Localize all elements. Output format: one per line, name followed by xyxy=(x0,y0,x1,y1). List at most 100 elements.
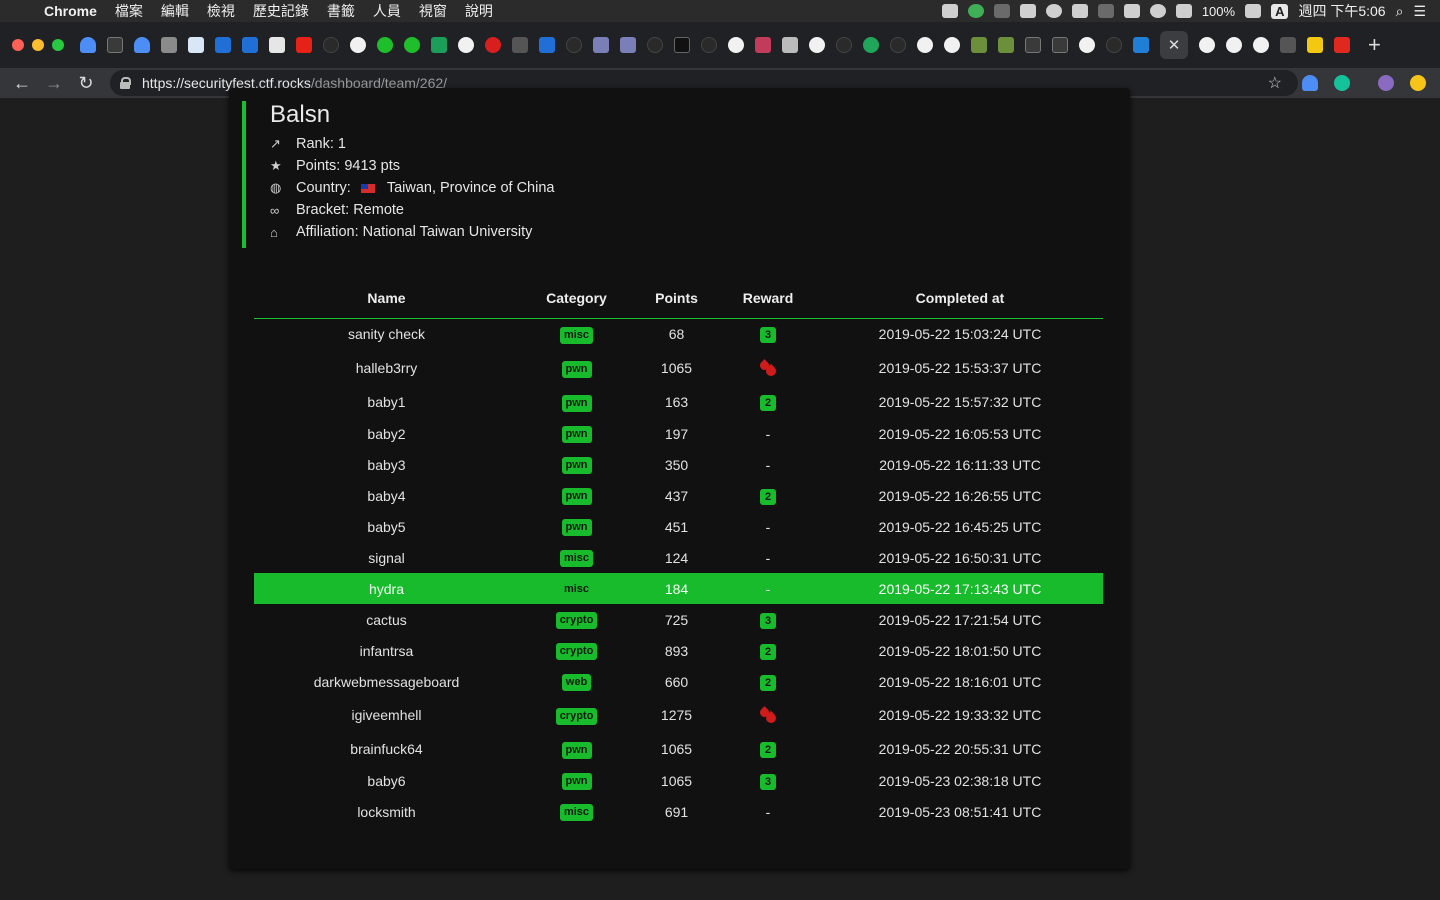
new-tab-button[interactable]: + xyxy=(1368,32,1381,58)
tab-favicon-book[interactable] xyxy=(782,37,798,53)
table-row[interactable]: igiveemhell crypto 1275 2019-05-22 19:33:32… xyxy=(254,697,1103,733)
table-row[interactable]: baby3 pwn 350 - 2019-05-22 16:11:33 UTC xyxy=(254,449,1103,480)
tab-favicon-page[interactable] xyxy=(269,37,285,53)
header-completed-at[interactable]: Completed at xyxy=(817,278,1103,319)
tab-favicon-diamond[interactable] xyxy=(134,37,150,53)
table-row[interactable]: locksmith misc 691 - 2019-05-23 08:51:41 UTC xyxy=(254,796,1103,827)
bookmark-star-icon[interactable]: ☆ xyxy=(1268,73,1282,93)
wifi-icon[interactable] xyxy=(1149,4,1166,18)
tab-favicon-github[interactable] xyxy=(890,37,906,53)
lock-icon[interactable] xyxy=(120,77,131,89)
extension-diamond-icon[interactable] xyxy=(1302,75,1318,91)
table-row[interactable]: infantrsa crypto 893 2 2019-05-22 18:01:50 U… xyxy=(254,635,1103,666)
tab-favicon-app[interactable] xyxy=(1280,37,1296,53)
tab-favicon-github[interactable] xyxy=(701,37,717,53)
tab-favicon-github[interactable] xyxy=(647,37,663,53)
menu-app-name[interactable]: Chrome xyxy=(34,3,106,19)
menu-history[interactable]: 歷史記錄 xyxy=(244,1,318,21)
table-row[interactable]: cactus crypto 725 3 2019-05-22 17:21:54 UTC xyxy=(254,604,1103,635)
headphones-icon[interactable] xyxy=(993,4,1010,18)
tab-favicon-globe[interactable] xyxy=(458,37,474,53)
table-row[interactable]: baby6 pwn 1065 3 2019-05-23 02:38:18 UTC xyxy=(254,765,1103,796)
tab-favicon-app[interactable] xyxy=(1307,37,1323,53)
table-row[interactable]: baby4 pwn 437 2 2019-05-22 16:26:55 UTC xyxy=(254,480,1103,511)
tab-favicon-app[interactable] xyxy=(863,37,879,53)
tab-favicon-zhihu[interactable] xyxy=(539,37,555,53)
table-row[interactable]: sanity check misc 68 3 2019-05-22 15:03:24 U… xyxy=(254,318,1103,350)
spotlight-search-icon[interactable]: ⌕ xyxy=(1396,3,1404,20)
extension-coin-icon[interactable] xyxy=(1410,75,1426,91)
menu-bookmarks[interactable]: 書籤 xyxy=(318,1,364,21)
tab-favicon-d[interactable] xyxy=(485,37,501,53)
forward-arrow-icon[interactable]: → xyxy=(38,73,70,94)
tab-favicon-line[interactable] xyxy=(404,37,420,53)
menu-view[interactable]: 檢視 xyxy=(198,1,244,21)
table-row[interactable]: signal misc 124 - 2019-05-22 16:50:31 UTC xyxy=(254,542,1103,573)
table-row[interactable]: brainfuck64 pwn 1065 2 2019-05-22 20:55:31 U… xyxy=(254,733,1103,765)
tab-favicon-plant[interactable] xyxy=(998,37,1014,53)
back-arrow-icon[interactable]: ← xyxy=(6,73,38,94)
menu-window[interactable]: 視窗 xyxy=(410,1,456,21)
tab-favicon-globe[interactable] xyxy=(1253,37,1269,53)
tab-favicon-zhihu[interactable] xyxy=(242,37,258,53)
tab-favicon-plant[interactable] xyxy=(971,37,987,53)
profile-avatar[interactable] xyxy=(1378,75,1394,91)
tab-favicon-php[interactable] xyxy=(620,37,636,53)
dollar-icon[interactable] xyxy=(967,4,984,18)
tab-favicon-youtube[interactable] xyxy=(296,37,312,53)
tab-favicon-google[interactable] xyxy=(728,37,744,53)
menu-file[interactable]: 檔案 xyxy=(106,1,152,21)
minimize-window-button[interactable] xyxy=(32,39,44,51)
tab-favicon-globe[interactable] xyxy=(1079,37,1095,53)
shield-icon[interactable] xyxy=(1071,4,1088,18)
tab-favicon-doc[interactable] xyxy=(1052,37,1068,53)
cursor-icon[interactable] xyxy=(1019,4,1036,18)
table-row[interactable]: darkwebmessageboard web 660 2 2019-05-22 18:… xyxy=(254,666,1103,697)
zoom-window-button[interactable] xyxy=(52,39,64,51)
tab-favicon-doc[interactable] xyxy=(1025,37,1041,53)
menu-edit[interactable]: 編輯 xyxy=(152,1,198,21)
menu-people[interactable]: 人員 xyxy=(364,1,410,21)
evernote-icon[interactable] xyxy=(1045,4,1062,18)
header-category[interactable]: Category xyxy=(519,278,634,319)
tab-favicon-page[interactable] xyxy=(188,37,204,53)
tab-favicon-github[interactable] xyxy=(566,37,582,53)
header-points[interactable]: Points xyxy=(634,278,719,319)
tab-favicon-zhihu[interactable] xyxy=(215,37,231,53)
tab-favicon-globe[interactable] xyxy=(350,37,366,53)
tab-favicon-diamond[interactable] xyxy=(80,37,96,53)
header-reward[interactable]: Reward xyxy=(719,278,817,319)
tab-favicon-trello[interactable] xyxy=(1133,37,1149,53)
tab-favicon-pi[interactable] xyxy=(674,37,690,53)
tab-favicon-php[interactable] xyxy=(593,37,609,53)
tab-favicon-image[interactable] xyxy=(161,37,177,53)
notification-center-icon[interactable]: ☰ xyxy=(1413,3,1426,20)
tab-favicon-app[interactable] xyxy=(431,37,447,53)
reload-icon[interactable]: ↻ xyxy=(70,73,102,94)
tab-favicon-github[interactable] xyxy=(1106,37,1122,53)
header-name[interactable]: Name xyxy=(254,278,519,319)
table-row[interactable]: hydra misc 184-2019-05-22 17:13:43 UTC xyxy=(254,573,1103,604)
input-method[interactable]: A xyxy=(1271,3,1289,19)
clock[interactable]: 週四 下午5:06 xyxy=(1298,1,1385,21)
volume-icon[interactable] xyxy=(1175,4,1192,18)
tab-favicon-m[interactable] xyxy=(1334,37,1350,53)
tab-favicon-globe[interactable] xyxy=(809,37,825,53)
table-row[interactable]: baby1 pwn 163 2 2019-05-22 15:57:32 UTC xyxy=(254,386,1103,418)
docker-icon[interactable] xyxy=(941,4,958,18)
tab-favicon-bird[interactable] xyxy=(512,37,528,53)
keyboard-icon[interactable] xyxy=(1123,4,1140,18)
tab-favicon-google[interactable] xyxy=(944,37,960,53)
tab-favicon-line[interactable] xyxy=(377,37,393,53)
tab-favicon-globe[interactable] xyxy=(1226,37,1242,53)
close-window-button[interactable] xyxy=(12,39,24,51)
tab-favicon-globe[interactable] xyxy=(1199,37,1215,53)
menu-help[interactable]: 說明 xyxy=(456,1,502,21)
tab-favicon-github[interactable] xyxy=(836,37,852,53)
battery-icon[interactable] xyxy=(1245,4,1262,18)
table-row[interactable]: halleb3rry pwn 1065 2019-05-22 15:53:37 UTC xyxy=(254,350,1103,386)
tab-favicon-globe[interactable] xyxy=(917,37,933,53)
tab-favicon-app[interactable] xyxy=(755,37,771,53)
table-row[interactable]: baby5 pwn 451 - 2019-05-22 16:45:25 UTC xyxy=(254,511,1103,542)
grammarly-icon[interactable] xyxy=(1334,75,1350,91)
